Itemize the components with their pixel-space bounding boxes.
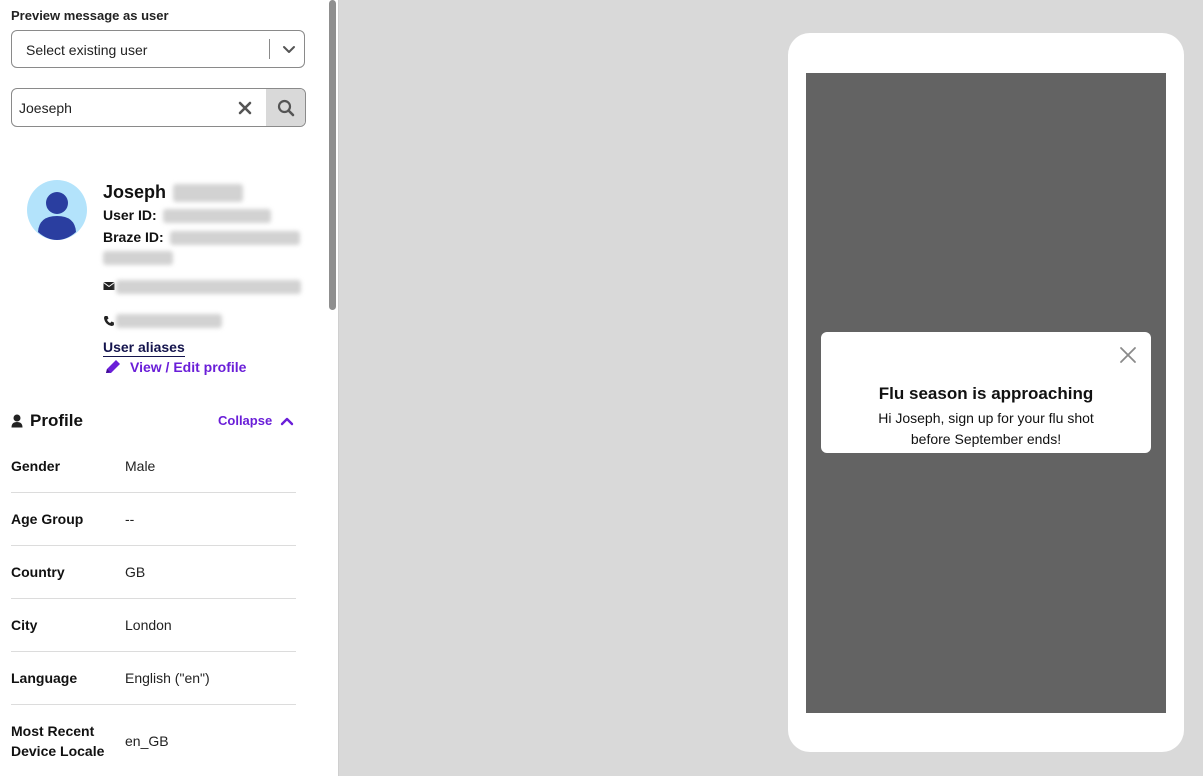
close-icon[interactable] bbox=[1119, 346, 1137, 364]
search-icon bbox=[277, 99, 295, 116]
user-id-row: User ID: bbox=[103, 207, 271, 224]
clear-icon[interactable] bbox=[236, 99, 254, 117]
row-label: City bbox=[11, 617, 38, 633]
avatar bbox=[27, 180, 87, 240]
email-icon bbox=[103, 282, 115, 290]
edit-profile-link[interactable]: View / Edit profile bbox=[104, 359, 246, 375]
row-value: Male bbox=[125, 458, 156, 474]
user-id-label: User ID: bbox=[103, 207, 157, 223]
phone-preview: Flu season is approaching Hi Joseph, sig… bbox=[788, 33, 1184, 752]
row-label: Gender bbox=[11, 458, 61, 474]
profile-row-device-locale: Most Recent Device Locale en_GB bbox=[11, 705, 296, 776]
row-label: Country bbox=[11, 564, 65, 580]
message-body: Hi Joseph, sign up for your flu shot bef… bbox=[878, 410, 1094, 447]
redacted-braze-id-cont bbox=[103, 251, 173, 265]
redacted-braze-id bbox=[169, 231, 300, 246]
user-select[interactable]: Select existing user bbox=[11, 30, 305, 68]
search-button[interactable] bbox=[266, 89, 305, 126]
collapse-label: Collapse bbox=[218, 413, 273, 428]
redacted-last-name bbox=[173, 184, 244, 203]
user-search-input[interactable] bbox=[12, 89, 246, 126]
profile-section-header: Profile bbox=[11, 411, 83, 431]
message-title: Flu season is approaching bbox=[878, 384, 1094, 403]
row-label: Age Group bbox=[11, 511, 84, 527]
user-icon bbox=[11, 414, 23, 428]
chevron-down-icon[interactable] bbox=[280, 40, 298, 58]
row-value: London bbox=[125, 617, 172, 633]
select-divider bbox=[269, 39, 270, 59]
profile-row-language: Language English ("en") bbox=[11, 652, 296, 705]
redacted-user-id bbox=[162, 209, 271, 224]
row-value: English ("en") bbox=[125, 670, 210, 686]
user-name: Joseph bbox=[103, 182, 244, 203]
redacted-phone bbox=[116, 314, 222, 328]
user-select-placeholder: Select existing user bbox=[26, 42, 148, 58]
chevron-up-icon bbox=[280, 417, 294, 425]
collapse-button[interactable]: Collapse bbox=[218, 413, 294, 428]
profile-row-country: Country GB bbox=[11, 546, 296, 599]
braze-id-label: Braze ID: bbox=[103, 229, 164, 245]
left-panel: Preview message as user Select existing … bbox=[0, 0, 339, 776]
user-first-name: Joseph bbox=[103, 182, 167, 202]
profile-title: Profile bbox=[30, 411, 83, 430]
profile-row-city: City London bbox=[11, 599, 296, 652]
row-label: Language bbox=[11, 670, 78, 686]
row-label: Most Recent Device Locale bbox=[11, 723, 105, 759]
user-search bbox=[11, 88, 306, 127]
preview-label: Preview message as user bbox=[11, 8, 169, 23]
phone-icon bbox=[104, 316, 114, 326]
braze-id-row: Braze ID: bbox=[103, 229, 300, 246]
pencil-icon bbox=[106, 360, 120, 373]
profile-row-gender: Gender Male bbox=[11, 440, 296, 493]
profile-row-age-group: Age Group -- bbox=[11, 493, 296, 546]
user-aliases-link[interactable]: User aliases bbox=[103, 339, 185, 357]
in-app-message-modal: Flu season is approaching Hi Joseph, sig… bbox=[821, 332, 1151, 453]
row-value: GB bbox=[125, 564, 146, 580]
edit-profile-label: View / Edit profile bbox=[130, 359, 247, 375]
row-value: -- bbox=[125, 511, 135, 527]
phone-screen: Flu season is approaching Hi Joseph, sig… bbox=[806, 73, 1166, 713]
row-value: en_GB bbox=[125, 733, 169, 749]
redacted-email bbox=[116, 280, 301, 294]
panel-scrollbar[interactable] bbox=[329, 0, 336, 310]
